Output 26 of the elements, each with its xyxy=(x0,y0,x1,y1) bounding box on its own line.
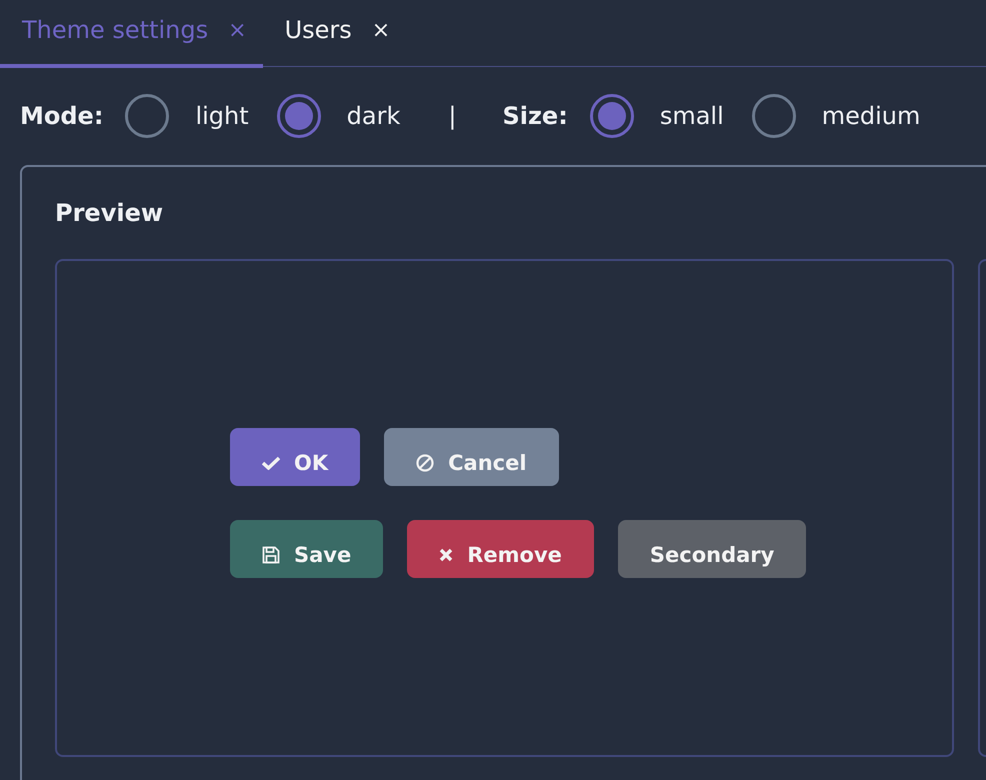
radio-button[interactable] xyxy=(276,94,321,138)
close-icon xyxy=(439,548,454,562)
radio-button[interactable] xyxy=(125,94,170,138)
tab[interactable]: Users × xyxy=(262,0,404,68)
radio-button[interactable] xyxy=(590,94,634,138)
card-title: Preview xyxy=(55,199,164,227)
check-icon xyxy=(262,456,280,470)
close-tab-button[interactable]: × xyxy=(228,18,247,42)
primary-button[interactable]: OK xyxy=(230,428,360,486)
ban-icon xyxy=(416,454,434,472)
secondary-button[interactable]: Secondary xyxy=(618,520,806,578)
save-button[interactable]: Save xyxy=(230,520,384,578)
danger-button[interactable]: Remove xyxy=(407,520,594,578)
radio-label[interactable]: dark xyxy=(346,102,400,130)
radio-label[interactable]: small xyxy=(660,102,724,130)
cancel-button[interactable]: Cancel xyxy=(384,428,559,486)
option-label: Mode: xyxy=(20,102,104,130)
radio-label[interactable]: light xyxy=(195,102,249,130)
option-label: Size: xyxy=(502,102,568,130)
tab-label: Users xyxy=(284,16,352,44)
separator: | xyxy=(448,102,456,130)
radio-label[interactable]: medium xyxy=(822,102,920,130)
radio-button[interactable] xyxy=(752,94,796,138)
tab-label: Theme settings xyxy=(22,16,208,44)
close-tab-button[interactable]: × xyxy=(372,18,390,42)
tab[interactable]: Theme settings × xyxy=(0,0,263,68)
